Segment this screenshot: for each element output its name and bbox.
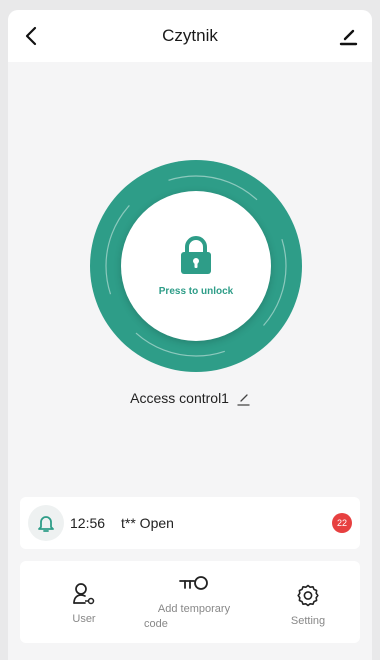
add-temporary-code-button[interactable]: Add temporary code bbox=[144, 561, 244, 643]
user-label: User bbox=[72, 613, 96, 625]
setting-label: Setting bbox=[290, 615, 326, 627]
unlock-button[interactable]: Press to unlock bbox=[90, 160, 302, 372]
device-name-row: Access control1 bbox=[8, 390, 372, 406]
app-screen: Czytnik Press to unlock Access control1 bbox=[8, 10, 372, 660]
unlock-label: Press to unlock bbox=[158, 286, 234, 297]
lock-icon bbox=[181, 236, 211, 274]
notification-badge: 22 bbox=[332, 513, 352, 533]
gear-icon bbox=[297, 584, 319, 607]
notification-bar[interactable]: 12:56 t** Open 22 bbox=[20, 497, 360, 549]
add-temporary-code-label-line1: Add temporary bbox=[157, 603, 231, 615]
notification-message: t** Open bbox=[121, 515, 174, 531]
unlock-center[interactable]: Press to unlock bbox=[121, 191, 271, 341]
rename-button[interactable] bbox=[236, 392, 250, 406]
notification-time: 12:56 bbox=[70, 515, 106, 531]
edit-icon bbox=[339, 29, 358, 46]
user-button[interactable]: User bbox=[56, 561, 112, 643]
setting-button[interactable]: Setting bbox=[282, 561, 334, 643]
bottom-actions: User Add temporary code Setting bbox=[20, 561, 360, 643]
add-temporary-code-label-line2: code bbox=[144, 618, 168, 630]
bell-icon-wrap bbox=[28, 505, 64, 541]
device-name: Access control1 bbox=[130, 390, 229, 406]
page-title: Czytnik bbox=[162, 26, 218, 45]
key-icon bbox=[179, 576, 208, 590]
bell-icon bbox=[38, 516, 54, 532]
user-key-icon bbox=[73, 583, 95, 605]
top-bar: Czytnik bbox=[8, 10, 372, 62]
pencil-icon bbox=[237, 394, 250, 406]
edit-button[interactable] bbox=[336, 24, 360, 48]
